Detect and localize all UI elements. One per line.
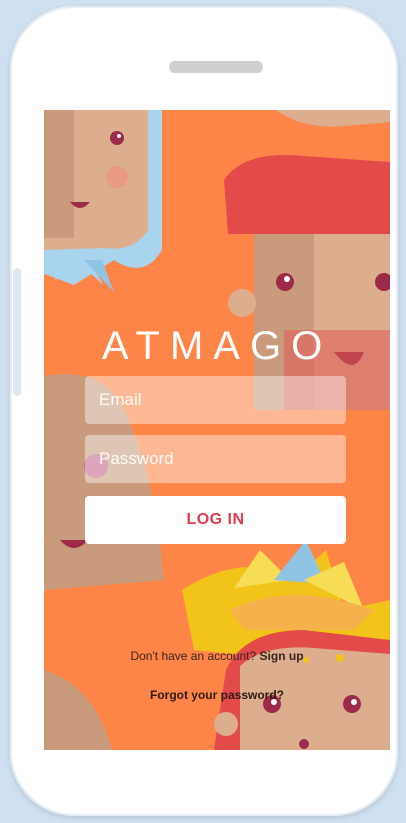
app-logo: ATMAGO (101, 324, 333, 368)
side-button (13, 268, 21, 396)
forgot-password-link[interactable]: Forgot your password? (44, 688, 390, 702)
app-screen: ATMAGO LOG IN Don't have an account? Sig… (44, 110, 390, 750)
email-input[interactable] (85, 376, 346, 424)
signup-prompt: Don't have an account? (130, 649, 257, 663)
phone-frame: ATMAGO LOG IN Don't have an account? Sig… (10, 6, 398, 816)
character-bandana (44, 110, 162, 292)
signup-row: Don't have an account? Sign up (44, 649, 390, 663)
character-leaves (182, 540, 390, 750)
phone-speaker (169, 61, 263, 73)
signup-link[interactable]: Sign up (260, 649, 304, 663)
password-input[interactable] (85, 435, 346, 483)
login-button[interactable]: LOG IN (85, 496, 346, 544)
